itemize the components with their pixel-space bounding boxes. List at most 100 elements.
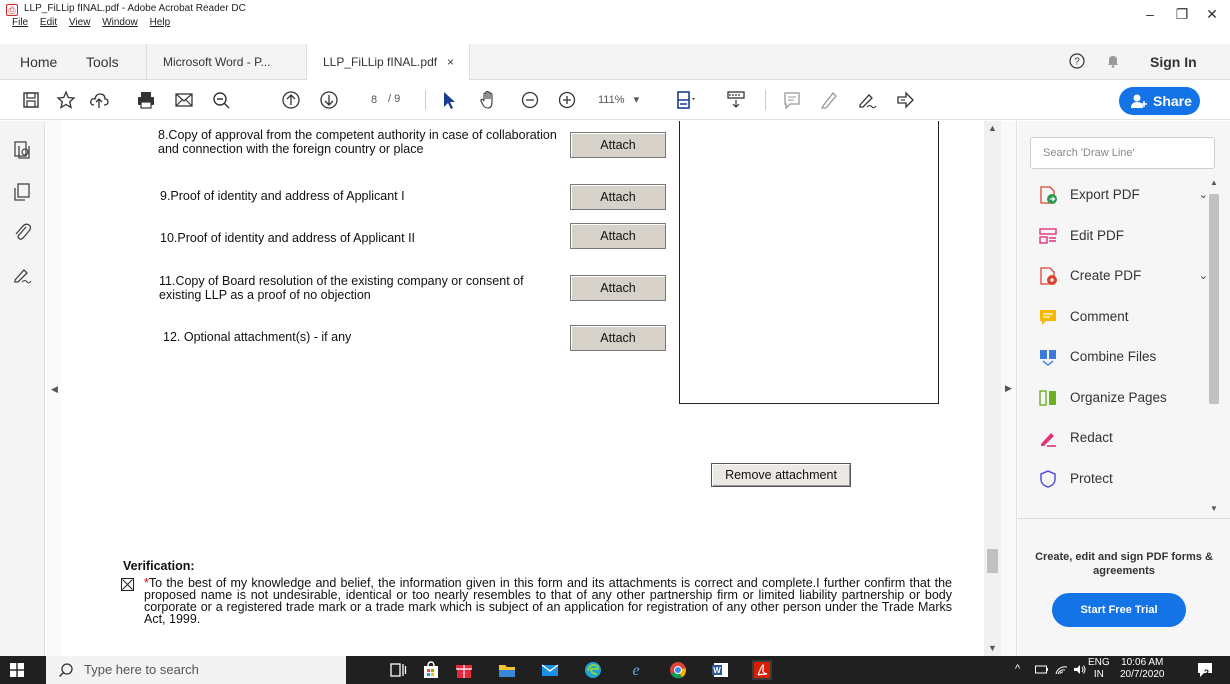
mail-icon[interactable] — [540, 660, 560, 680]
tab-pdf-document[interactable]: LLP_FiLLip fINAL.pdf × — [306, 44, 470, 80]
tool-edit-pdf[interactable]: Edit PDF — [1038, 222, 1208, 250]
word-app-icon[interactable]: W — [710, 660, 730, 680]
tool-comment[interactable]: Comment — [1038, 303, 1208, 331]
next-page-icon[interactable] — [318, 89, 340, 111]
attachment-paperclip-icon[interactable] — [11, 221, 33, 243]
volume-icon[interactable] — [1073, 663, 1087, 676]
tool-create-pdf[interactable]: Create PDF ⌄ — [1038, 262, 1208, 290]
file-explorer-icon[interactable] — [497, 660, 517, 680]
minimize-button[interactable]: – — [1140, 6, 1160, 22]
select-cursor-icon[interactable] — [438, 89, 460, 111]
verification-checkbox[interactable] — [121, 578, 134, 591]
tab-close-icon[interactable]: × — [447, 44, 454, 80]
battery-icon[interactable] — [1035, 664, 1048, 675]
acrobat-reader-icon[interactable] — [752, 660, 772, 680]
signature-icon[interactable] — [11, 264, 33, 286]
scroll-down-icon[interactable]: ▼ — [1210, 504, 1218, 513]
tool-combine-files[interactable]: Combine Files — [1038, 343, 1208, 371]
windows-start-icon[interactable] — [10, 663, 24, 677]
tab-home[interactable]: Home — [20, 54, 57, 70]
menu-help[interactable]: Help — [150, 17, 171, 28]
left-pane-collapse-handle[interactable]: ◀ — [47, 120, 61, 656]
windows-taskbar: Type here to search e W ^ ENG IN 10:06 A… — [0, 656, 1230, 684]
tools-search-input[interactable]: Search 'Draw Line' — [1030, 137, 1215, 169]
tools-pane-scrollbar-thumb[interactable] — [1209, 194, 1219, 404]
document-scrollbar[interactable]: ▲ ▼ — [984, 121, 1001, 656]
menu-file[interactable]: File — [12, 17, 28, 28]
right-pane-collapse-handle[interactable]: ▶ — [1001, 121, 1017, 656]
copy-pages-icon[interactable] — [11, 181, 33, 203]
tool-export-pdf[interactable]: Export PDF ⌄ — [1038, 181, 1208, 209]
taskbar-search-input[interactable]: Type here to search — [46, 656, 346, 684]
attach-button-11[interactable]: Attach — [570, 275, 666, 301]
sign-pen-icon[interactable] — [856, 89, 878, 111]
attach-button-10[interactable]: Attach — [570, 223, 666, 249]
svg-text:e: e — [632, 662, 639, 679]
previous-page-icon[interactable] — [280, 89, 302, 111]
store-bag-icon[interactable] — [421, 660, 441, 680]
window-title: LLP_FiLLip fINAL.pdf - Adobe Acrobat Rea… — [24, 3, 246, 14]
tab-word-label: Microsoft Word - P... — [163, 55, 271, 69]
bookmark-star-icon[interactable] — [55, 89, 77, 111]
scroll-down-icon[interactable]: ▼ — [988, 643, 997, 653]
notifications-bell-icon[interactable] — [1105, 53, 1121, 69]
zoom-out-icon[interactable] — [519, 89, 541, 111]
chevron-up-icon[interactable]: ^ — [1015, 663, 1020, 675]
region-code: IN — [1093, 669, 1104, 680]
tab-word-document[interactable]: Microsoft Word - P... — [146, 44, 306, 80]
attach-button-9[interactable]: Attach — [570, 184, 666, 210]
pdf-document-view: 8.Copy of approval from the competent au… — [62, 121, 984, 656]
restore-button[interactable]: ❐ — [1172, 6, 1192, 22]
toolbar-divider — [425, 90, 426, 110]
network-icon[interactable] — [1055, 663, 1068, 676]
internet-explorer-icon[interactable]: e — [626, 660, 646, 680]
tools-pane-scrollbar[interactable]: ▲ ▼ — [1208, 176, 1220, 516]
zoom-in-icon[interactable] — [556, 89, 578, 111]
page-number-input[interactable]: 8 — [360, 89, 388, 111]
print-icon[interactable] — [135, 89, 157, 111]
edge-browser-icon[interactable] — [583, 660, 603, 680]
page-thumbnails-icon[interactable] — [11, 139, 33, 161]
start-free-trial-button[interactable]: Start Free Trial — [1052, 593, 1186, 627]
attachment-row-12-label: 12. Optional attachment(s) - if any — [163, 330, 352, 344]
fit-page-icon[interactable] — [675, 89, 697, 111]
sign-in-link[interactable]: Sign In — [1150, 54, 1197, 70]
attach-button-12[interactable]: Attach — [570, 325, 666, 351]
comment-note-icon[interactable] — [781, 89, 803, 111]
scroll-up-icon[interactable]: ▲ — [1210, 178, 1218, 187]
find-zoom-icon[interactable] — [210, 89, 232, 111]
upload-cloud-icon[interactable] — [88, 89, 110, 111]
protect-icon — [1038, 469, 1058, 489]
system-clock[interactable]: 10:06 AM 20/7/2020 — [1120, 657, 1165, 681]
help-icon[interactable]: ? — [1069, 53, 1085, 69]
close-window-button[interactable]: ✕ — [1202, 6, 1222, 22]
chevron-down-icon[interactable]: ⌄ — [1199, 262, 1208, 290]
attachment-row-8-label: 8.Copy of approval from the competent au… — [158, 128, 557, 156]
fill-sign-icon[interactable] — [894, 89, 916, 111]
task-view-icon[interactable] — [388, 660, 408, 680]
menu-view[interactable]: View — [69, 17, 91, 28]
highlight-pen-icon[interactable] — [818, 89, 840, 111]
remove-attachment-button[interactable]: Remove attachment — [711, 463, 851, 487]
chevron-down-icon[interactable]: ⌄ — [1199, 181, 1208, 209]
action-center-icon[interactable]: 2 — [1196, 661, 1214, 679]
document-scrollbar-thumb[interactable] — [987, 549, 998, 573]
attach-button-8[interactable]: Attach — [570, 132, 666, 158]
share-button[interactable]: Share — [1119, 87, 1200, 115]
menu-window[interactable]: Window — [102, 17, 138, 28]
email-icon[interactable] — [173, 89, 195, 111]
gift-app-icon[interactable] — [454, 660, 474, 680]
scroll-up-icon[interactable]: ▲ — [988, 123, 997, 133]
zoom-level-dropdown[interactable]: 111% ▾ — [598, 93, 639, 106]
scroll-mode-icon[interactable] — [725, 89, 747, 111]
tool-protect[interactable]: Protect — [1038, 465, 1208, 493]
tool-organize-pages[interactable]: Organize Pages — [1038, 384, 1208, 412]
tab-tools[interactable]: Tools — [86, 54, 119, 70]
save-icon[interactable] — [20, 89, 42, 111]
chrome-browser-icon[interactable] — [668, 660, 688, 680]
chevron-left-icon: ◀ — [51, 384, 58, 394]
tool-redact[interactable]: Redact — [1038, 424, 1208, 452]
language-indicator[interactable]: ENG IN — [1088, 657, 1110, 681]
menu-edit[interactable]: Edit — [40, 17, 57, 28]
hand-tool-icon[interactable] — [477, 89, 499, 111]
